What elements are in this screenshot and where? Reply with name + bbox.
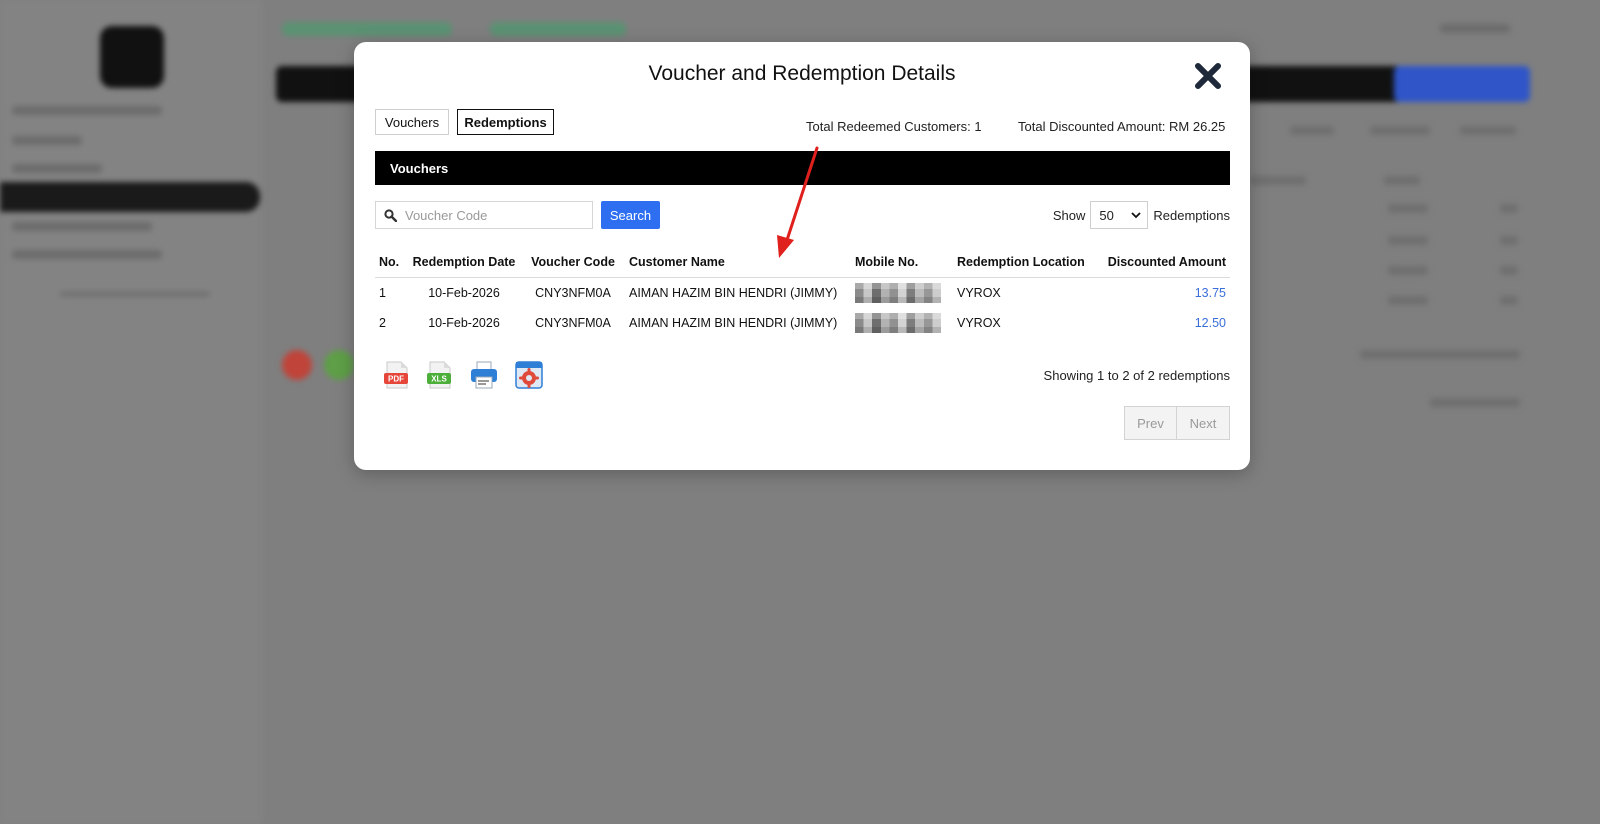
pagination: Prev Next — [1124, 406, 1230, 440]
pdf-icon[interactable]: PDF — [382, 360, 412, 390]
cell-date: 10-Feb-2026 — [428, 316, 500, 330]
background-sidebar-divider — [60, 292, 210, 296]
background-user-menu — [1440, 24, 1510, 33]
background-cell — [1250, 176, 1306, 185]
chevron-down-icon — [1131, 211, 1142, 218]
show-label: Show — [1052, 207, 1086, 223]
cell-voucher-code: CNY3NFM0A — [535, 286, 611, 300]
showing-summary: Showing 1 to 2 of 2 redemptions — [1043, 368, 1230, 383]
search-button[interactable]: Search — [601, 201, 660, 229]
background-sidebar-item — [12, 164, 102, 173]
background-sidebar-item — [12, 136, 82, 145]
cell-voucher-code: CNY3NFM0A — [535, 316, 611, 330]
background-sidebar-active-item — [0, 182, 260, 212]
table-header-row: No. Redemption Date Voucher Code Custome… — [375, 247, 1230, 278]
col-redemption-date[interactable]: Redemption Date — [407, 247, 521, 278]
cell-no: 1 — [379, 286, 386, 300]
background-sidebar-item — [12, 222, 152, 231]
background-cell — [1388, 296, 1428, 305]
cell-customer-name: AIMAN HAZIM BIN HENDRI (JIMMY) — [629, 316, 838, 330]
col-customer-name[interactable]: Customer Name — [625, 247, 851, 278]
background-cell — [1500, 236, 1518, 245]
redacted-mobile-number — [855, 283, 941, 303]
redacted-mobile-number — [855, 313, 941, 333]
background-sidebar-item — [12, 250, 162, 259]
svg-text:XLS: XLS — [431, 375, 447, 384]
voucher-redemption-modal: Voucher and Redemption Details Vouchers … — [354, 42, 1250, 470]
cell-amount-link[interactable]: 12.50 — [1089, 308, 1230, 338]
background-cell — [1460, 126, 1516, 135]
background-green-button — [324, 350, 354, 380]
background-cell — [1388, 236, 1428, 245]
background-cell — [1370, 126, 1430, 135]
background-red-button — [282, 350, 312, 380]
redemptions-label: Redemptions — [1153, 207, 1230, 223]
background-cell — [1384, 176, 1420, 185]
background-sidebar — [0, 0, 262, 824]
cell-no: 2 — [379, 316, 386, 330]
cell-location: VYROX — [957, 316, 1001, 330]
total-redeemed-customers: Total Redeemed Customers: 1 — [806, 119, 982, 134]
page-size-value: 50 — [1099, 207, 1114, 223]
col-discounted-amount[interactable]: Discounted Amount — [1088, 247, 1230, 278]
xls-icon[interactable]: XLS — [425, 360, 455, 390]
search-icon — [384, 208, 397, 222]
background-cell — [1290, 126, 1334, 135]
tab-redemptions[interactable]: Redemptions — [457, 109, 554, 135]
cell-customer-name: AIMAN HAZIM BIN HENDRI (JIMMY) — [629, 286, 838, 300]
tab-vouchers[interactable]: Vouchers — [375, 109, 449, 135]
background-cell — [1388, 204, 1428, 213]
background-cell — [1500, 266, 1518, 275]
col-redemption-location[interactable]: Redemption Location — [953, 247, 1089, 278]
total-discounted-amount: Total Discounted Amount: RM 26.25 — [1018, 119, 1226, 134]
col-no[interactable]: No. — [375, 247, 407, 278]
background-cell — [1430, 398, 1520, 407]
background-cell — [1360, 350, 1520, 359]
cell-location: VYROX — [957, 286, 1001, 300]
background-logo — [100, 26, 164, 88]
background-sidebar-item — [12, 106, 162, 115]
table-row: 2 10-Feb-2026 CNY3NFM0A AIMAN HAZIM BIN … — [375, 308, 1230, 338]
svg-text:PDF: PDF — [388, 375, 404, 384]
prev-button[interactable]: Prev — [1124, 406, 1177, 440]
background-cell — [1500, 296, 1518, 305]
settings-icon[interactable] — [514, 360, 544, 390]
page-size-control: Show 50 Redemptions — [1053, 201, 1230, 229]
cell-amount-link[interactable]: 13.75 — [1089, 278, 1230, 309]
search-field[interactable] — [375, 201, 593, 229]
cell-date: 10-Feb-2026 — [428, 286, 500, 300]
background-cell — [1388, 266, 1428, 275]
close-icon — [1195, 63, 1221, 89]
background-blue-button — [1394, 66, 1530, 102]
col-mobile-no[interactable]: Mobile No. — [851, 247, 953, 278]
next-button[interactable]: Next — [1177, 406, 1230, 440]
page-size-select[interactable]: 50 — [1090, 201, 1149, 229]
background-cell — [1500, 204, 1518, 213]
table-row: 1 10-Feb-2026 CNY3NFM0A AIMAN HAZIM BIN … — [375, 278, 1230, 309]
voucher-code-input[interactable] — [403, 206, 587, 224]
print-icon[interactable] — [469, 360, 499, 390]
modal-title: Voucher and Redemption Details — [648, 62, 956, 85]
col-voucher-code[interactable]: Voucher Code — [521, 247, 625, 278]
background-tab — [490, 22, 626, 36]
cell-mobile — [851, 308, 953, 338]
cell-mobile — [851, 278, 953, 309]
close-button[interactable] — [1190, 58, 1226, 94]
redemptions-table: No. Redemption Date Voucher Code Custome… — [375, 247, 1230, 338]
section-header: Vouchers — [375, 151, 1230, 185]
background-tab — [282, 22, 452, 36]
